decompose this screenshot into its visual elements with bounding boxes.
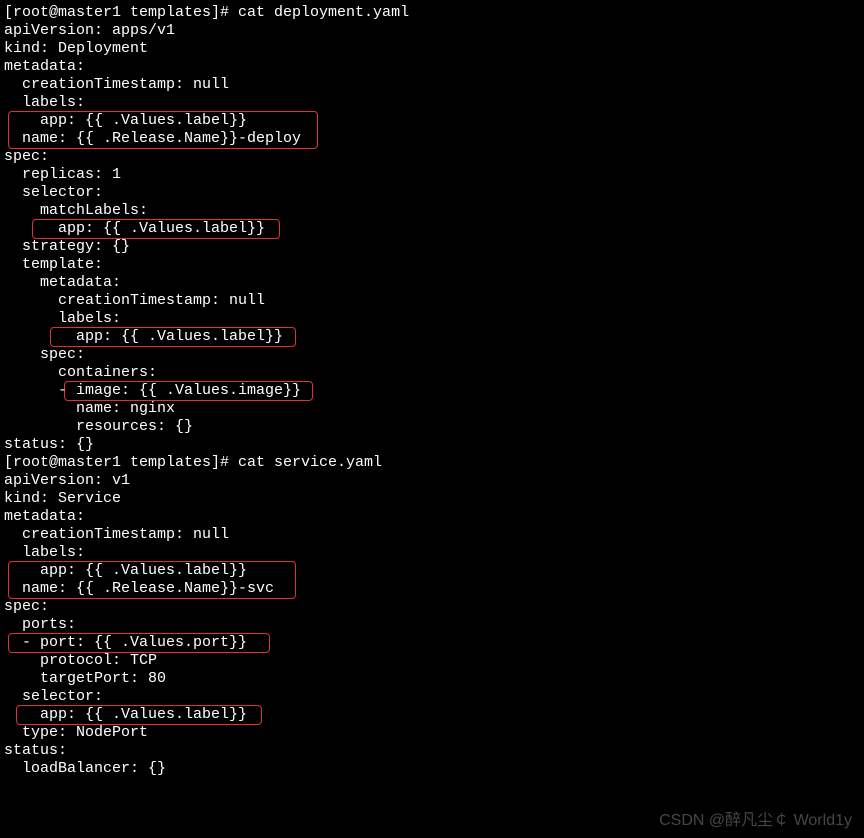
terminal-line: name: nginx: [4, 400, 864, 418]
terminal-line: loadBalancer: {}: [4, 760, 864, 778]
terminal-line: app: {{ .Values.label}}: [4, 112, 864, 130]
terminal-line: labels:: [4, 544, 864, 562]
terminal-line: - image: {{ .Values.image}}: [4, 382, 864, 400]
terminal-line: metadata:: [4, 508, 864, 526]
terminal-line: name: {{ .Release.Name}}-svc: [4, 580, 864, 598]
terminal-line: kind: Deployment: [4, 40, 864, 58]
terminal-line: template:: [4, 256, 864, 274]
terminal-line: app: {{ .Values.label}}: [4, 706, 864, 724]
terminal-line: [root@master1 templates]# cat service.ya…: [4, 454, 864, 472]
terminal-line: app: {{ .Values.label}}: [4, 220, 864, 238]
terminal-line: replicas: 1: [4, 166, 864, 184]
terminal-line: name: {{ .Release.Name}}-deploy: [4, 130, 864, 148]
terminal-line: selector:: [4, 184, 864, 202]
terminal-line: [root@master1 templates]# cat deployment…: [4, 4, 864, 22]
terminal-line: - port: {{ .Values.port}}: [4, 634, 864, 652]
terminal-line: status: {}: [4, 436, 864, 454]
terminal-output: [root@master1 templates]# cat deployment…: [4, 4, 864, 778]
terminal-line: spec:: [4, 148, 864, 166]
terminal-line: strategy: {}: [4, 238, 864, 256]
terminal-line: containers:: [4, 364, 864, 382]
terminal-line: spec:: [4, 346, 864, 364]
terminal-line: creationTimestamp: null: [4, 526, 864, 544]
watermark-text: CSDN @醉凡尘￠ World1y: [659, 812, 852, 830]
terminal-line: creationTimestamp: null: [4, 76, 864, 94]
terminal-line: resources: {}: [4, 418, 864, 436]
terminal-line: app: {{ .Values.label}}: [4, 328, 864, 346]
terminal-line: protocol: TCP: [4, 652, 864, 670]
terminal-line: metadata:: [4, 274, 864, 292]
terminal-line: status:: [4, 742, 864, 760]
terminal-line: metadata:: [4, 58, 864, 76]
terminal-line: type: NodePort: [4, 724, 864, 742]
terminal-line: apiVersion: apps/v1: [4, 22, 864, 40]
terminal-line: kind: Service: [4, 490, 864, 508]
terminal-line: creationTimestamp: null: [4, 292, 864, 310]
terminal-line: ports:: [4, 616, 864, 634]
terminal-line: targetPort: 80: [4, 670, 864, 688]
terminal-line: labels:: [4, 94, 864, 112]
terminal-line: selector:: [4, 688, 864, 706]
terminal-line: matchLabels:: [4, 202, 864, 220]
terminal-line: spec:: [4, 598, 864, 616]
terminal-line: labels:: [4, 310, 864, 328]
terminal-line: apiVersion: v1: [4, 472, 864, 490]
terminal-line: app: {{ .Values.label}}: [4, 562, 864, 580]
